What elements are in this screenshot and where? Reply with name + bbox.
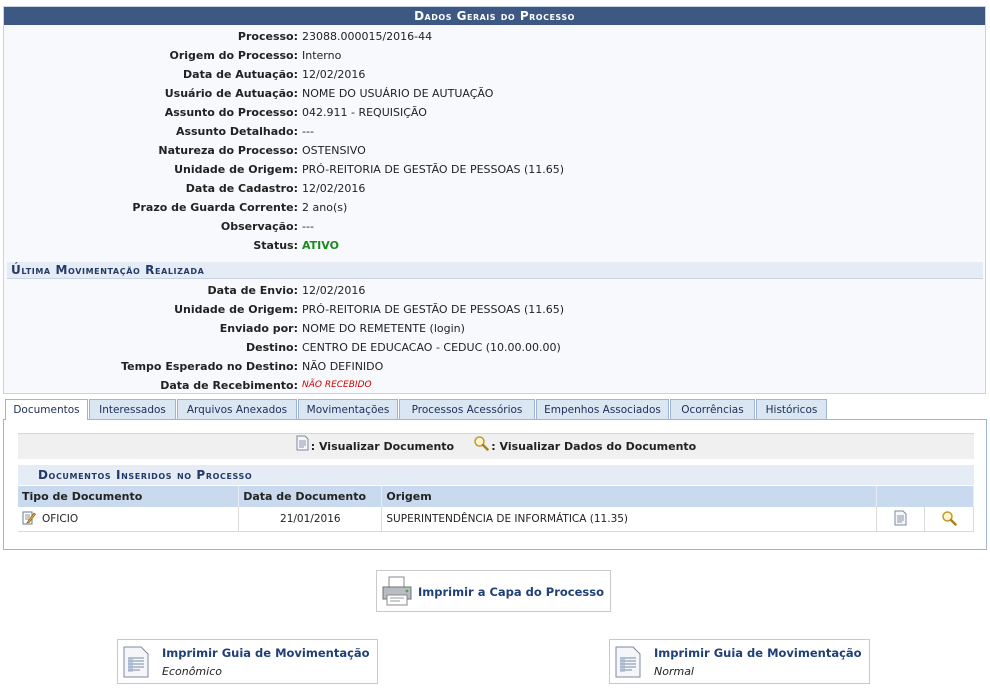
tab-arquivos-anexados[interactable]: Arquivos Anexados — [177, 399, 297, 419]
field-value: 23088.000015/2016-44 — [302, 30, 433, 43]
field-value: 2 ano(s) — [302, 201, 348, 214]
print-cover-label: Imprimir a Capa do Processo — [418, 585, 605, 599]
field-label: Assunto do Processo: — [164, 106, 298, 119]
field-value: NOME DO USUÁRIO DE AUTUAÇÃO — [302, 87, 494, 100]
tab-documentos[interactable]: Documentos — [5, 399, 88, 420]
guide-economic-subtitle: Econômico — [162, 665, 222, 678]
field-value: 12/02/2016 — [302, 68, 366, 81]
documents-table: Tipo de Documento Data de Documento Orig… — [18, 486, 975, 532]
field-tempo-esperado: Tempo Esperado no Destino: NÃO DEFINIDO — [4, 357, 984, 376]
field-destino: Destino: CENTRO DE EDUCACAO - CEDUC (10.… — [4, 338, 984, 357]
field-label: Data de Cadastro: — [185, 182, 298, 195]
field-data-cadastro: Data de Cadastro: 12/02/2016 — [4, 179, 984, 198]
process-panel: Dados Gerais do Processo Processo: 23088… — [3, 6, 986, 394]
view-document-button[interactable] — [876, 507, 926, 532]
document-icon — [894, 510, 907, 525]
tab-processos-acessorios[interactable]: Processos Acessórios — [399, 399, 535, 419]
field-value: 042.911 - REQUISIÇÃO — [302, 106, 427, 119]
documents-tab-panel: : Visualizar Documento : Visualizar Dado… — [3, 419, 987, 550]
field-label: Natureza do Processo: — [158, 144, 298, 157]
field-value: 12/02/2016 — [302, 284, 366, 297]
table-row: OFICIO 21/01/2016 SUPERINTENDÊNCIA DE IN… — [18, 507, 974, 532]
field-label: Destino: — [246, 341, 298, 354]
field-natureza: Natureza do Processo: OSTENSIVO — [4, 141, 984, 160]
field-observacao: Observação: --- — [4, 217, 984, 236]
legend-view-data: : Visualizar Dados do Documento — [491, 440, 697, 453]
tab-historicos[interactable]: Históricos — [756, 399, 827, 419]
field-label: Data de Autuação: — [183, 68, 298, 81]
col-data: Data de Documento — [238, 486, 383, 507]
document-type: OFICIO — [42, 513, 79, 525]
guide-normal-subtitle: Normal — [654, 665, 694, 678]
field-unidade-origem: Unidade de Origem: PRÓ-REITORIA DE GESTÃ… — [4, 160, 984, 179]
field-mov-unidade-origem: Unidade de Origem: PRÓ-REITORIA DE GESTÃ… — [4, 300, 984, 319]
tab-empenhos-associados[interactable]: Empenhos Associados — [536, 399, 669, 419]
tab-ocorrencias[interactable]: Ocorrências — [670, 399, 755, 419]
field-processo: Processo: 23088.000015/2016-44 — [4, 27, 984, 46]
field-value: OSTENSIVO — [302, 144, 366, 157]
field-value: --- — [302, 220, 314, 233]
field-value: CENTRO DE EDUCACAO - CEDUC (10.00.00.00) — [302, 341, 561, 354]
col-actions — [876, 486, 975, 507]
field-label: Data de Recebimento: — [160, 379, 298, 392]
field-assunto: Assunto do Processo: 042.911 - REQUISIÇÃ… — [4, 103, 984, 122]
cell-data: 21/01/2016 — [238, 507, 383, 532]
tab-movimentacoes[interactable]: Movimentações — [298, 399, 398, 419]
col-tipo: Tipo de Documento — [18, 486, 240, 507]
field-data-envio: Data de Envio: 12/02/2016 — [4, 281, 984, 300]
field-data-recebimento: Data de Recebimento: NÃO RECEBIDO — [4, 376, 984, 395]
field-label: Unidade de Origem: — [174, 163, 298, 176]
field-label: Status: — [253, 239, 298, 252]
icon-legend: : Visualizar Documento : Visualizar Dado… — [18, 433, 974, 459]
guide-economic-title: Imprimir Guia de Movimentação — [162, 646, 370, 660]
field-value: --- — [302, 125, 314, 138]
table-header-row: Tipo de Documento Data de Documento Orig… — [18, 486, 975, 507]
col-origem: Origem — [381, 486, 877, 507]
field-label: Usuário de Autuação: — [164, 87, 298, 100]
status-badge: ATIVO — [302, 239, 339, 252]
field-data-autuacao: Data de Autuação: 12/02/2016 — [4, 65, 984, 84]
field-assunto-detalhado: Assunto Detalhado: --- — [4, 122, 984, 141]
report-icon — [615, 646, 641, 681]
view-document-data-button[interactable] — [924, 507, 974, 532]
field-status: Status: ATIVO — [4, 236, 984, 255]
field-label: Origem do Processo: — [169, 49, 298, 62]
field-value: PRÓ-REITORIA DE GESTÃO DE PESSOAS (11.65… — [302, 163, 565, 176]
legend-view-document: : Visualizar Documento — [310, 440, 455, 453]
field-value: PRÓ-REITORIA DE GESTÃO DE PESSOAS (11.65… — [302, 303, 565, 316]
cell-origem: SUPERINTENDÊNCIA DE INFORMÁTICA (11.35) — [381, 507, 877, 532]
edit-document-icon — [22, 510, 36, 528]
print-guide-normal-button[interactable]: Imprimir Guia de Movimentação Normal — [609, 639, 870, 684]
field-value: NÃO DEFINIDO — [302, 360, 384, 373]
magnifier-icon — [942, 510, 957, 526]
documents-heading: Documentos Inseridos no Processo — [18, 465, 974, 485]
field-label: Observação: — [220, 220, 298, 233]
field-usuario-autuacao: Usuário de Autuação: NOME DO USUÁRIO DE … — [4, 84, 984, 103]
print-cover-button[interactable]: Imprimir a Capa do Processo — [376, 570, 611, 612]
field-label: Assunto Detalhado: — [175, 125, 298, 138]
tab-interessados[interactable]: Interessados — [89, 399, 176, 419]
movement-heading: Última Movimentação Realizada — [7, 262, 983, 279]
field-label: Unidade de Origem: — [174, 303, 298, 316]
field-label: Enviado por: — [219, 322, 298, 335]
report-icon — [123, 646, 149, 681]
guide-normal-title: Imprimir Guia de Movimentação — [654, 646, 862, 660]
field-value: NOME DO REMETENTE (login) — [302, 322, 465, 335]
not-received-status: NÃO RECEBIDO — [302, 380, 372, 390]
field-value: Interno — [302, 49, 342, 62]
panel-title: Dados Gerais do Processo — [4, 7, 985, 25]
cell-tipo: OFICIO — [18, 507, 240, 532]
document-icon — [296, 435, 309, 460]
field-label: Tempo Esperado no Destino: — [121, 360, 298, 373]
print-guide-economic-button[interactable]: Imprimir Guia de Movimentação Econômico — [117, 639, 378, 684]
field-label: Processo: — [237, 30, 298, 43]
field-label: Prazo de Guarda Corrente: — [132, 201, 298, 214]
field-label: Data de Envio: — [207, 284, 298, 297]
field-origem: Origem do Processo: Interno — [4, 46, 984, 65]
magnifier-icon — [473, 435, 490, 460]
field-prazo-guarda: Prazo de Guarda Corrente: 2 ano(s) — [4, 198, 984, 217]
field-value: 12/02/2016 — [302, 182, 366, 195]
printer-icon — [380, 575, 414, 610]
field-enviado-por: Enviado por: NOME DO REMETENTE (login) — [4, 319, 984, 338]
